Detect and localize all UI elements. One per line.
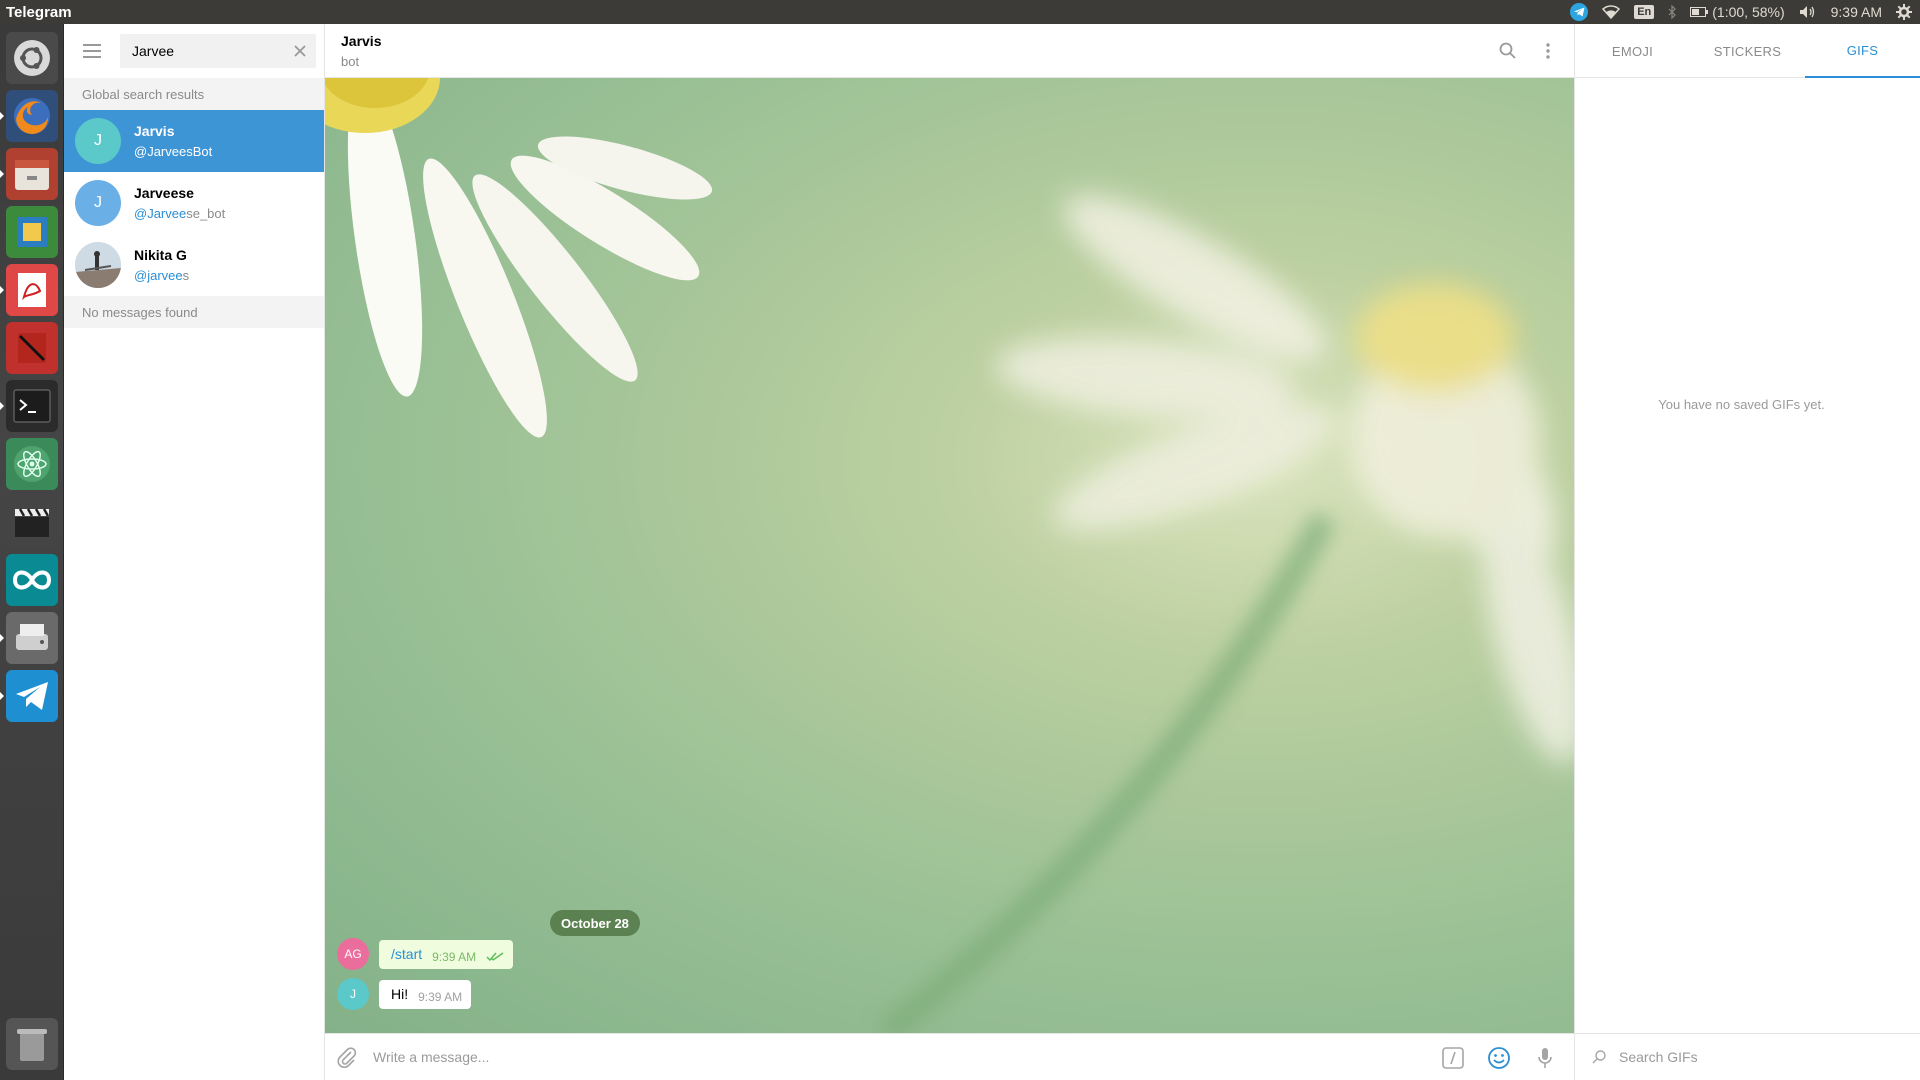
result-name: Nikita G [134,247,187,263]
sender-avatar[interactable]: J [337,978,369,1010]
message-bubble[interactable]: Hi! 9:39 AM [379,979,472,1009]
microphone-icon[interactable] [1533,1046,1557,1070]
wifi-icon[interactable] [1602,0,1621,24]
indicator-area: En (1:00, 58%) 9:39 AM [1570,0,1920,24]
date-separator: October 28 [550,910,640,936]
chat-area: Jarvis bot October 28 AG /start 9:39 AM … [325,24,1574,1080]
virtualbox-icon[interactable] [6,206,58,258]
telegram-tray-icon[interactable] [1570,0,1589,24]
message-time: 9:39 AM [432,949,477,964]
chat-subtitle: bot [341,54,360,69]
search-result-jarveese[interactable]: J Jarveese @Jarveese_bot [64,172,324,234]
tab-emoji[interactable]: EMOJI [1575,24,1690,78]
gif-search-bar [1575,1033,1920,1080]
message-incoming[interactable]: J Hi! 9:39 AM [337,978,472,1010]
settings-gear-icon[interactable] [1896,0,1912,24]
scanner-icon[interactable] [6,612,58,664]
tab-stickers[interactable]: STICKERS [1690,24,1805,78]
arduino-icon[interactable] [6,554,58,606]
message-text: Hi! [391,985,409,1002]
search-result-jarvis[interactable]: J Jarvis @JarveesBot [64,110,324,172]
clear-search-icon[interactable] [292,43,308,59]
daisy-wallpaper [325,78,1574,1033]
more-options-icon[interactable] [1538,41,1558,61]
main-menu-button[interactable] [64,24,120,78]
ubuntu-dash-icon[interactable] [6,32,58,84]
video-editor-icon[interactable] [6,496,58,548]
result-username: @Jarveese_bot [134,206,226,221]
panel-tabs: EMOJI STICKERS GIFS [1575,24,1920,78]
bluetooth-icon[interactable] [1668,0,1677,24]
bot-commands-icon[interactable] [1441,1046,1465,1070]
message-bubble[interactable]: /start 9:39 AM [379,939,514,969]
keyboard-layout-indicator[interactable]: En [1634,0,1655,24]
result-name: Jarveese [134,185,194,201]
battery-status: (1:00, 58%) [1712,4,1785,20]
search-icon [1592,1050,1606,1064]
files-icon[interactable] [6,148,58,200]
result-username: @jarvees [134,268,190,283]
telegram-icon[interactable] [6,670,58,722]
message-input[interactable] [373,1049,1233,1065]
chat-background: October 28 AG /start 9:39 AM J Hi! 9:39 … [325,78,1574,1033]
book-icon[interactable] [6,322,58,374]
message-outgoing[interactable]: AG /start 9:39 AM [337,938,514,970]
battery-indicator[interactable]: (1:00, 58%) [1690,0,1785,24]
tab-gifs[interactable]: GIFS [1805,24,1920,78]
avatar: J [75,180,121,226]
search-box [120,34,316,68]
battery-icon [1690,7,1709,17]
volume-icon[interactable] [1799,0,1817,24]
search-row [64,24,324,78]
result-username: @JarveesBot [134,144,213,159]
avatar-photo [75,242,121,288]
emoji-icon[interactable] [1487,1046,1511,1070]
avatar: J [75,118,121,164]
search-input[interactable] [120,43,280,59]
messages-search-header: No messages found [64,296,324,328]
emoji-sticker-gif-panel: EMOJI STICKERS GIFS You have no saved GI… [1574,24,1920,1080]
active-app-title: Telegram [6,3,72,21]
system-top-bar: Telegram En (1:00, 58%) 9:39 AM [0,0,1920,24]
bot-command-link[interactable]: /start [391,946,422,965]
message-time: 9:39 AM [418,989,463,1004]
firefox-icon[interactable] [6,90,58,142]
chat-list-panel: Global search results J Jarvis @JarveesB… [64,24,325,1080]
terminal-icon[interactable] [6,380,58,432]
search-icon[interactable] [1498,41,1518,61]
message-composer [325,1033,1574,1080]
result-name: Jarvis [134,123,175,139]
search-result-nikita[interactable]: Nikita G @jarvees [64,234,324,296]
attach-icon[interactable] [335,1046,359,1070]
clock[interactable]: 9:39 AM [1831,0,1882,24]
double-check-icon [486,951,504,961]
trash-icon[interactable] [6,1018,58,1070]
global-search-header: Global search results [64,78,324,110]
chat-title[interactable]: Jarvis [341,33,381,49]
no-gifs-message: You have no saved GIFs yet. [1658,397,1825,412]
atom-icon[interactable] [6,438,58,490]
chat-header[interactable]: Jarvis bot [325,24,1574,78]
unity-launcher [0,24,64,1080]
gif-search-input[interactable] [1619,1049,1899,1065]
pdf-viewer-icon[interactable] [6,264,58,316]
sender-avatar[interactable]: AG [337,938,369,970]
hamburger-icon [83,44,101,58]
